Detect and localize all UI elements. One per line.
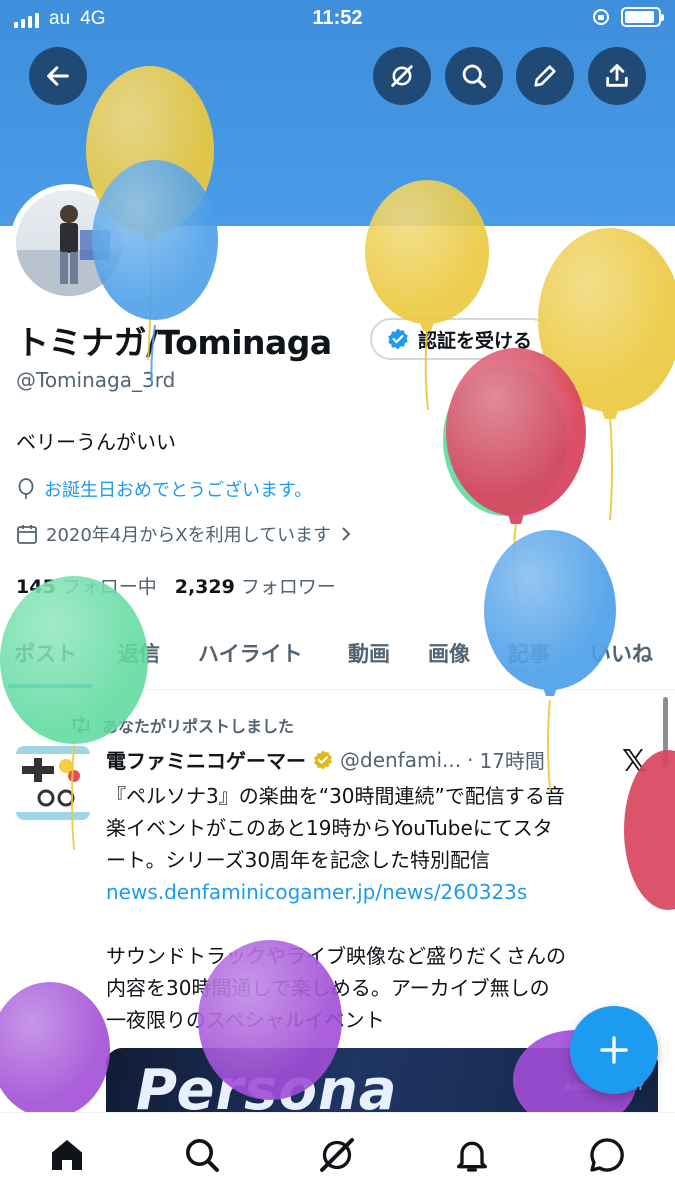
followers-link[interactable]: 2,329 フォロワー xyxy=(175,572,336,599)
tweet-text-line: 『ペルソナ3』の楽曲を“30時間連続”で配信する音 xyxy=(106,784,565,808)
avatar-photo xyxy=(16,205,122,296)
share-icon xyxy=(606,64,628,87)
chevron-right-icon xyxy=(342,527,351,541)
followers-label: フォロワー xyxy=(240,576,336,598)
tweet-text-line: 内容を30時間通しで楽しめる。アーカイブ無しの xyxy=(106,976,550,1000)
nav-grok[interactable] xyxy=(315,1133,359,1177)
orientation-lock-icon xyxy=(593,9,609,25)
message-icon xyxy=(590,1138,624,1172)
balloon xyxy=(446,348,586,601)
plus-icon xyxy=(600,1036,628,1064)
tab-posts[interactable]: ポスト xyxy=(14,638,77,668)
active-tab-indicator xyxy=(8,684,92,688)
tab-likes[interactable]: いいね xyxy=(590,638,653,668)
grok-button[interactable] xyxy=(373,47,431,105)
joined-label: 2020年4月からXを利用しています xyxy=(46,525,332,546)
balloon xyxy=(0,982,110,1112)
nav-home[interactable] xyxy=(45,1133,89,1177)
status-time: 11:52 xyxy=(312,7,363,29)
battery-icon xyxy=(621,7,664,27)
following-count: 145 xyxy=(16,576,56,598)
nav-search[interactable] xyxy=(180,1133,224,1177)
tweet-text-line: 一夜限りのスペシャルイベント xyxy=(106,1008,385,1032)
profile-tabs: ポスト 返信 ハイライト 動画 画像 記事 いいね xyxy=(0,622,675,690)
search-button[interactable] xyxy=(445,47,503,105)
repost-icon xyxy=(73,716,89,734)
bottom-navigation xyxy=(0,1112,675,1200)
verified-badge-icon xyxy=(388,328,408,350)
profile-handle: @Tominaga_3rd xyxy=(16,368,176,392)
nav-notifications[interactable] xyxy=(450,1133,494,1177)
card-title: Persona xyxy=(136,1058,398,1112)
profile-avatar[interactable] xyxy=(10,184,128,302)
birthday-row: お誕生日おめでとうございます。 xyxy=(16,476,312,502)
tab-videos[interactable]: 動画 xyxy=(348,638,390,668)
tweet-link[interactable]: news.denfaminicogamer.jp/news/260323s xyxy=(106,876,654,908)
birthday-message: お誕生日おめでとうございます。 xyxy=(44,480,313,501)
repost-label: あなたがリポストしました xyxy=(102,717,295,736)
tweet-text: 『ペルソナ3』の楽曲を“30時間連続”で配信する音 楽イベントがこのあと19時か… xyxy=(106,780,654,908)
verified-gold-badge-icon xyxy=(314,749,332,770)
tweet-author-name[interactable]: 電ファミニコゲーマー xyxy=(106,745,306,774)
bell-icon xyxy=(457,1141,487,1172)
balloon xyxy=(443,364,567,516)
share-button[interactable] xyxy=(588,47,646,105)
grok-icon xyxy=(391,65,413,87)
tweet-text-line: ート。シリーズ30周年を記念した特別配信 xyxy=(106,848,491,872)
followers-count: 2,329 xyxy=(174,576,235,598)
tweet-dot-separator: · xyxy=(467,747,474,772)
follow-stats: 145 フォロー中 2,329 フォロワー xyxy=(16,572,336,599)
nav-messages[interactable] xyxy=(585,1133,629,1177)
tweet-text-line: 楽イベントがこのあと19時からYouTubeにてスタ xyxy=(106,816,553,840)
tweet-header: 電ファミニコゲーマー @denfami... · 17時間 xyxy=(106,745,545,774)
arrow-left-icon xyxy=(47,66,69,86)
edit-button[interactable] xyxy=(516,47,574,105)
tab-images[interactable]: 画像 xyxy=(428,638,470,668)
scrollbar[interactable] xyxy=(663,697,668,767)
profile-bio: ベリーうんがいい xyxy=(16,430,176,454)
calendar-icon xyxy=(17,525,37,544)
home-icon xyxy=(52,1140,82,1170)
joined-row[interactable]: 2020年4月からXを利用しています xyxy=(16,521,353,547)
balloon-icon xyxy=(18,478,34,499)
tweet-author-handle[interactable]: @denfami... xyxy=(340,748,461,772)
tweet-text-line: サウンドトラックやライブ映像など盛りだくさんの xyxy=(106,944,566,968)
tab-articles[interactable]: 記事 xyxy=(508,638,550,668)
grok-icon xyxy=(320,1138,354,1172)
search-icon xyxy=(186,1139,219,1172)
search-icon xyxy=(462,64,487,89)
get-verified-button[interactable]: 認証を受ける xyxy=(370,318,553,360)
compose-button[interactable] xyxy=(570,1006,658,1094)
repost-indicator: あなたがリポストしました xyxy=(70,713,294,737)
profile-display-name: トミナガ/Tominaga xyxy=(16,323,332,362)
following-link[interactable]: 145 フォロー中 xyxy=(16,572,157,599)
x-logo-icon: 𝕏 xyxy=(622,744,647,779)
back-button[interactable] xyxy=(29,47,87,105)
balloon xyxy=(538,228,675,521)
get-verified-label: 認証を受ける xyxy=(418,329,533,352)
status-bar: au 4G 11:52 xyxy=(0,0,675,36)
following-label: フォロー中 xyxy=(61,576,157,598)
tweet-text-paragraph: サウンドトラックやライブ映像など盛りだくさんの 内容を30時間通しで楽しめる。ア… xyxy=(106,940,654,1036)
author-logo-image xyxy=(16,746,90,820)
tweet-author-avatar[interactable] xyxy=(16,746,90,820)
tweet-time[interactable]: 17時間 xyxy=(479,745,544,774)
pencil-icon xyxy=(534,65,556,87)
tab-highlights[interactable]: ハイライト xyxy=(198,638,303,668)
tab-replies[interactable]: 返信 xyxy=(118,638,160,668)
